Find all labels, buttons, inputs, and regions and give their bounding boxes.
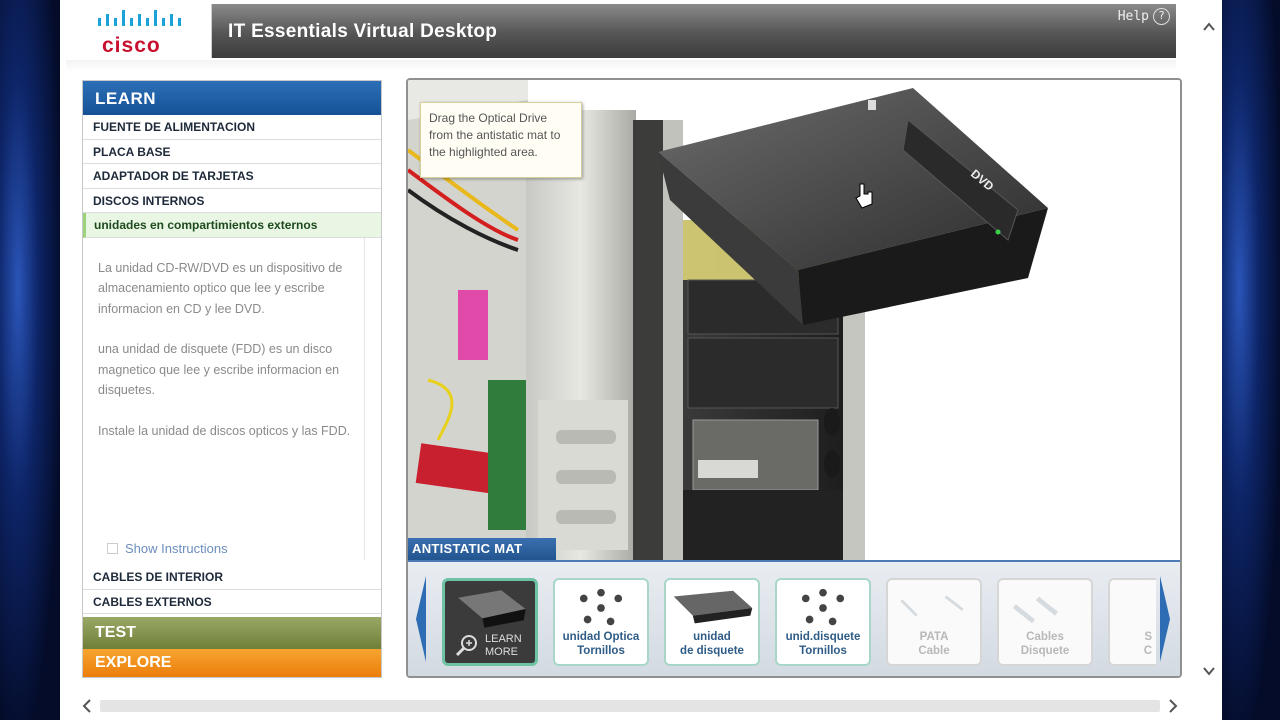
menu-item-unidades-externos[interactable]: unidades en compartimientos externos xyxy=(83,213,381,238)
card-label-line2: Cable xyxy=(918,645,950,657)
scroll-down-icon[interactable] xyxy=(1202,664,1216,678)
screws-icon xyxy=(801,588,845,626)
optical-drive-icon xyxy=(458,590,526,628)
pata-cable-icon xyxy=(900,595,964,617)
tray-card-partial[interactable]: SC xyxy=(1108,578,1156,666)
tray-card-optical-screws[interactable]: unidad Optica Tornillos xyxy=(553,578,649,666)
cisco-wordmark: cisco xyxy=(102,34,161,57)
header-divider xyxy=(66,60,1176,72)
menu-item-discos-internos[interactable]: DISCOS INTERNOS xyxy=(83,189,381,213)
checkbox-icon[interactable] xyxy=(107,542,118,554)
card-label-line2: Tornillos xyxy=(799,645,847,657)
card-label-line2: Disquete xyxy=(1020,645,1070,657)
magnifier-plus-icon xyxy=(455,635,477,657)
description-panel: La unidad CD-RW/DVD es un dispositivo de… xyxy=(83,237,381,560)
card-label-line1: PATA xyxy=(919,631,949,643)
help-icon: ? xyxy=(1153,8,1170,25)
menu-item-adaptador[interactable]: ADAPTADOR DE TARJETAS xyxy=(83,164,381,189)
scroll-up-icon[interactable] xyxy=(1202,20,1216,34)
menu-item-placa-base[interactable]: PLACA BASE xyxy=(83,140,381,164)
description-paragraph: una unidad de disquete (FDD) es un disco… xyxy=(98,342,340,397)
tray-card-floppy-cable[interactable]: Cables Disquete xyxy=(997,578,1093,666)
menu-item-fuente[interactable]: FUENTE DE ALIMENTACION xyxy=(83,115,381,140)
instruction-tooltip: Drag the Optical Drive from the antistat… xyxy=(420,102,582,178)
tab-learn[interactable]: LEARN xyxy=(83,81,381,115)
card-label-line1: unidad Optica xyxy=(562,631,640,643)
learn-more-line2: MORE xyxy=(485,646,518,658)
antistatic-mat-tray: LEARN MORE unidad Optica Tornillos unidad… xyxy=(408,560,1180,676)
tray-card-floppy-drive[interactable]: unidad de disquete xyxy=(664,578,760,666)
title-bar: IT Essentials Virtual Desktop Help ? xyxy=(212,4,1176,58)
learn-panel: LEARN FUENTE DE ALIMENTACION PLACA BASE … xyxy=(82,80,382,678)
cisco-bars-icon xyxy=(98,10,181,26)
description-paragraph: La unidad CD-RW/DVD es un dispositivo de… xyxy=(98,260,343,316)
card-label-line1: unid.disquete xyxy=(785,631,861,643)
desktop-background-right xyxy=(1222,0,1280,720)
learn-more-label: LEARN MORE xyxy=(485,633,522,659)
tray-card-pata-cable[interactable]: PATA Cable xyxy=(886,578,982,666)
scroll-right-icon[interactable] xyxy=(1166,698,1180,714)
help-label: Help xyxy=(1117,9,1149,24)
app-window: cisco IT Essentials Virtual Desktop Help… xyxy=(60,0,1222,720)
scroll-left-icon[interactable] xyxy=(80,698,94,714)
antistatic-mat-label: ANTISTATIC MAT xyxy=(408,538,556,560)
card-label-line2: C xyxy=(1143,645,1152,657)
menu-item-cables-externos[interactable]: CABLES EXTERNOS xyxy=(83,590,381,614)
app-title: IT Essentials Virtual Desktop xyxy=(228,21,498,42)
tab-explore[interactable]: EXPLORE xyxy=(83,649,381,677)
desktop-background-left xyxy=(0,0,60,720)
card-label-line1: S xyxy=(1144,631,1152,643)
description-scrollbar[interactable] xyxy=(364,237,365,560)
screws-icon xyxy=(579,588,623,626)
workspace-scene: DVD Drag the Optical Drive from the anti… xyxy=(406,78,1182,678)
card-label-line1: Cables xyxy=(1026,631,1064,643)
tray-scroll-right-icon[interactable] xyxy=(1158,572,1174,666)
tray-card-floppy-screws[interactable]: unid.disquete Tornillos xyxy=(775,578,871,666)
cisco-logo: cisco xyxy=(66,4,212,58)
card-label-line1: unidad xyxy=(693,631,731,643)
help-button[interactable]: Help ? xyxy=(1118,8,1170,25)
learn-more-line1: LEARN xyxy=(485,633,522,645)
horizontal-scrollbar[interactable] xyxy=(100,700,1160,712)
description-paragraph: Instale la unidad de discos opticos y la… xyxy=(98,423,351,438)
floppy-drive-icon xyxy=(673,590,753,624)
floppy-cable-icon xyxy=(1012,596,1058,624)
tray-card-learn-more[interactable]: LEARN MORE xyxy=(442,578,538,666)
show-instructions-label: Show Instructions xyxy=(125,540,228,556)
menu-item-cables-interior[interactable]: CABLES DE INTERIOR xyxy=(83,565,381,590)
tab-test[interactable]: TEST xyxy=(83,617,381,649)
tray-scroll-left-icon[interactable] xyxy=(412,572,428,666)
card-label-line2: de disquete xyxy=(680,645,744,657)
card-label-line2: Tornillos xyxy=(577,645,625,657)
show-instructions-toggle[interactable]: Show Instructions xyxy=(107,541,228,556)
